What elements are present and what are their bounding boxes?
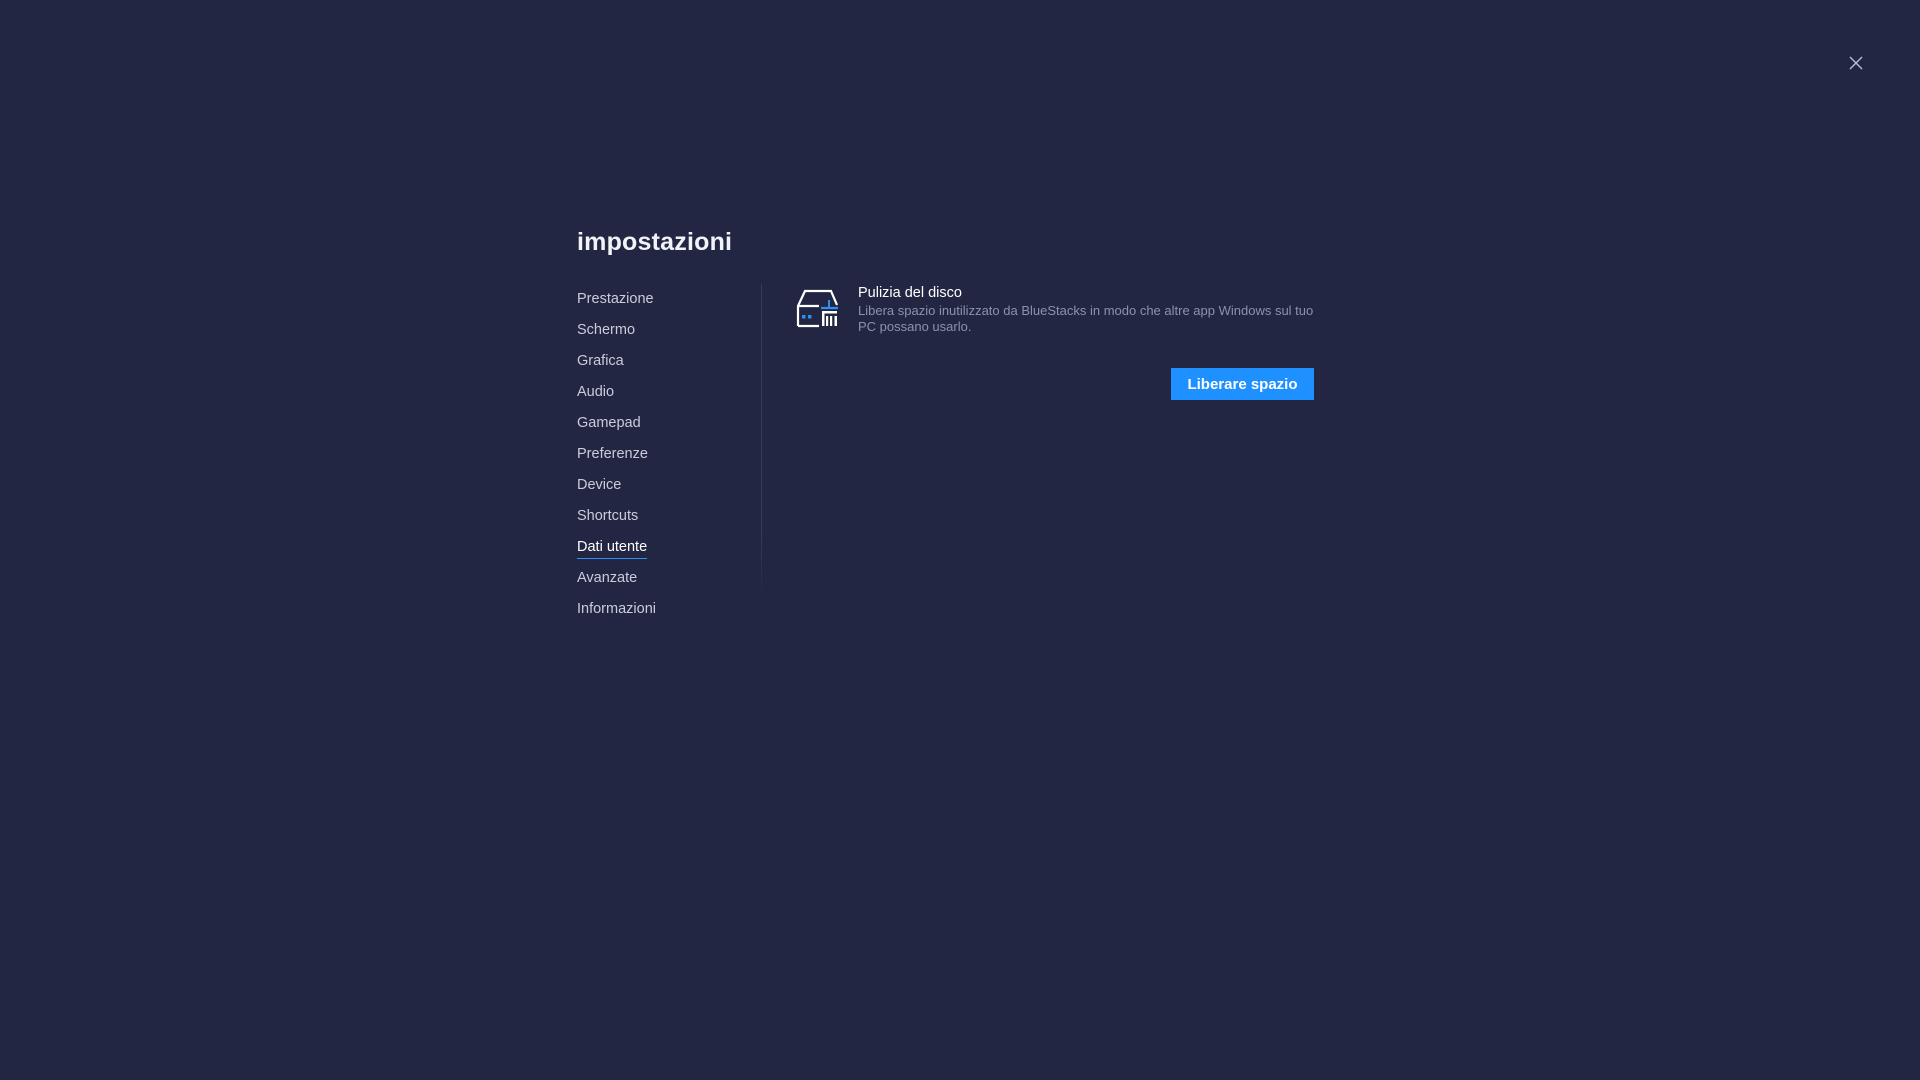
nav-item-dati-utente[interactable]: Dati utente	[577, 537, 656, 568]
nav-item-shortcuts[interactable]: Shortcuts	[577, 506, 656, 537]
section-description: Libera spazio inutilizzato da BlueStacks…	[858, 303, 1314, 334]
close-icon	[1849, 56, 1863, 70]
nav-item-label: Informazioni	[577, 601, 656, 617]
disk-cleanup-icon	[796, 289, 839, 328]
free-space-button[interactable]: Liberare spazio	[1171, 368, 1314, 400]
nav-item-label: Device	[577, 477, 622, 493]
settings-nav: Prestazione Schermo Grafica Audio Gamepa…	[577, 289, 656, 630]
page-title: impostazioni	[577, 228, 733, 256]
nav-item-grafica[interactable]: Grafica	[577, 351, 656, 382]
nav-item-label: Dati utente	[577, 537, 648, 559]
nav-item-preferenze[interactable]: Preferenze	[577, 444, 656, 475]
nav-item-label: Preferenze	[577, 446, 648, 462]
nav-item-audio[interactable]: Audio	[577, 382, 656, 413]
nav-item-avanzate[interactable]: Avanzate	[577, 568, 656, 599]
nav-item-label: Schermo	[577, 322, 636, 338]
nav-item-label: Audio	[577, 384, 615, 400]
nav-item-label: Prestazione	[577, 291, 654, 307]
nav-item-label: Shortcuts	[577, 508, 639, 524]
nav-item-gamepad[interactable]: Gamepad	[577, 413, 656, 444]
nav-item-label: Grafica	[577, 353, 624, 369]
nav-item-schermo[interactable]: Schermo	[577, 320, 656, 351]
section-title: Pulizia del disco	[858, 285, 962, 301]
nav-divider	[761, 284, 762, 599]
nav-item-device[interactable]: Device	[577, 475, 656, 506]
nav-item-prestazione[interactable]: Prestazione	[577, 289, 656, 320]
nav-item-informazioni[interactable]: Informazioni	[577, 599, 656, 630]
nav-item-label: Gamepad	[577, 415, 641, 431]
nav-item-label: Avanzate	[577, 570, 638, 586]
close-button[interactable]	[1846, 53, 1866, 73]
